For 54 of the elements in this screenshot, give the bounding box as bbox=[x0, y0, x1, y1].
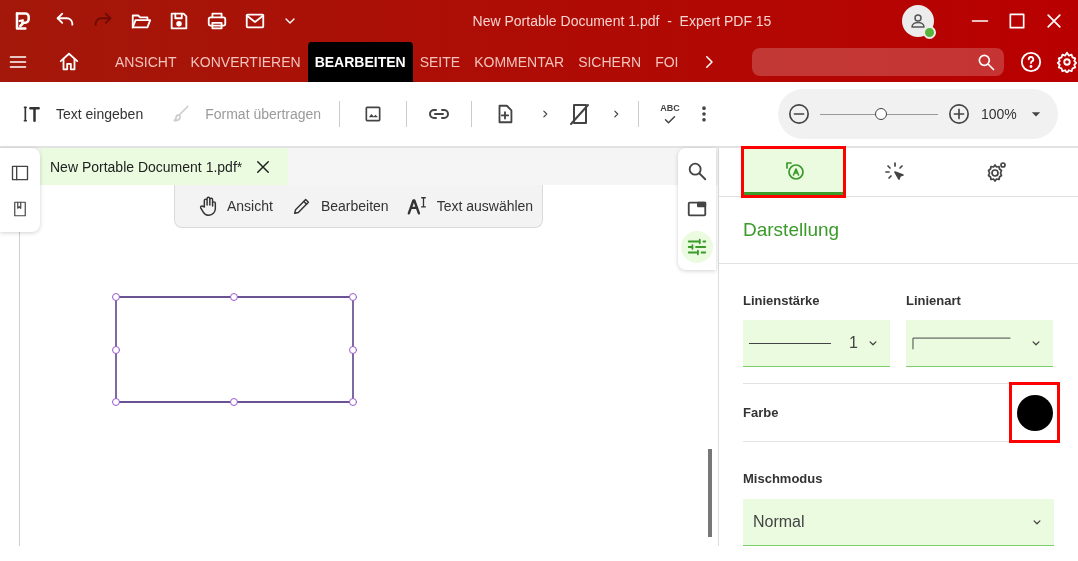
search-field[interactable] bbox=[751, 48, 1004, 76]
brush-icon bbox=[171, 104, 192, 124]
panel-tab[interactable] bbox=[743, 148, 844, 196]
blend-mode-dropdown[interactable]: Normal bbox=[743, 499, 1054, 546]
user-avatar[interactable] bbox=[902, 5, 934, 37]
document-tab[interactable]: New Portable Document 1.pdf* bbox=[40, 148, 289, 185]
mode-button[interactable]: Ansicht bbox=[197, 195, 273, 217]
color-picker-button[interactable] bbox=[1009, 382, 1060, 443]
zoom-value: 100% bbox=[981, 106, 1017, 122]
mode-button[interactable]: Bearbeiten bbox=[290, 195, 389, 217]
ribbon-tab[interactable]: FOI bbox=[648, 42, 686, 82]
person-icon bbox=[909, 12, 927, 30]
blend-mode-value: Normal bbox=[753, 513, 806, 531]
ribbon-tab[interactable]: SEITE bbox=[412, 42, 468, 82]
mode-button[interactable]: Text auswählen bbox=[406, 195, 534, 217]
ribbon-tab[interactable]: KOMMENTAR bbox=[467, 42, 572, 82]
zoom-out-icon[interactable] bbox=[788, 103, 810, 125]
hand-icon bbox=[197, 195, 219, 217]
text-select-icon bbox=[406, 195, 429, 217]
rectangle-shape[interactable] bbox=[112, 293, 357, 406]
image-icon[interactable] bbox=[363, 104, 384, 124]
zoom-in-icon[interactable] bbox=[948, 103, 970, 125]
sliders-icon bbox=[686, 236, 708, 258]
field-label: Linienstärke bbox=[743, 293, 821, 308]
section-heading: Darstellung bbox=[719, 197, 1078, 264]
settings-icon[interactable] bbox=[1056, 51, 1078, 73]
spellcheck-label: ABC bbox=[660, 103, 680, 113]
field-label: Linienart bbox=[906, 293, 962, 308]
text-tool-button[interactable]: Text eingeben bbox=[22, 104, 144, 124]
field-label: Farbe bbox=[743, 405, 779, 420]
line-width-dropdown[interactable]: 1 bbox=[743, 320, 890, 367]
scrollbar[interactable] bbox=[708, 449, 712, 537]
home-icon[interactable] bbox=[58, 51, 80, 73]
ribbon-tab[interactable]: BEARBEITEN bbox=[307, 42, 413, 82]
field-label: Mischmodus bbox=[743, 471, 824, 486]
text-tool-icon bbox=[22, 104, 42, 124]
zoom-slider-thumb[interactable] bbox=[875, 108, 888, 120]
bookmark-icon[interactable] bbox=[11, 199, 29, 218]
close-icon[interactable] bbox=[1044, 11, 1064, 31]
properties-button[interactable] bbox=[681, 231, 713, 263]
search-icon bbox=[686, 160, 708, 182]
search-icon bbox=[976, 52, 996, 72]
ribbon-tab[interactable]: KONVERTIEREN bbox=[183, 42, 308, 82]
spellcheck-icon[interactable]: ABC bbox=[660, 103, 680, 125]
document-tab-label: New Portable Document 1.pdf* bbox=[50, 158, 243, 175]
ribbon-tab[interactable]: ANSICHT bbox=[108, 42, 184, 82]
ribbon-tab[interactable]: SICHERN bbox=[571, 42, 649, 82]
window-title: New Portable Document 1.pdf - Expert PDF 15 bbox=[471, 13, 773, 29]
printer-icon[interactable] bbox=[206, 10, 228, 32]
maximize-icon[interactable] bbox=[1007, 11, 1027, 31]
help-icon[interactable] bbox=[1020, 51, 1042, 73]
line-width-value: 1 bbox=[849, 334, 858, 352]
online-status-dot bbox=[923, 26, 936, 39]
save-icon[interactable] bbox=[168, 10, 190, 32]
